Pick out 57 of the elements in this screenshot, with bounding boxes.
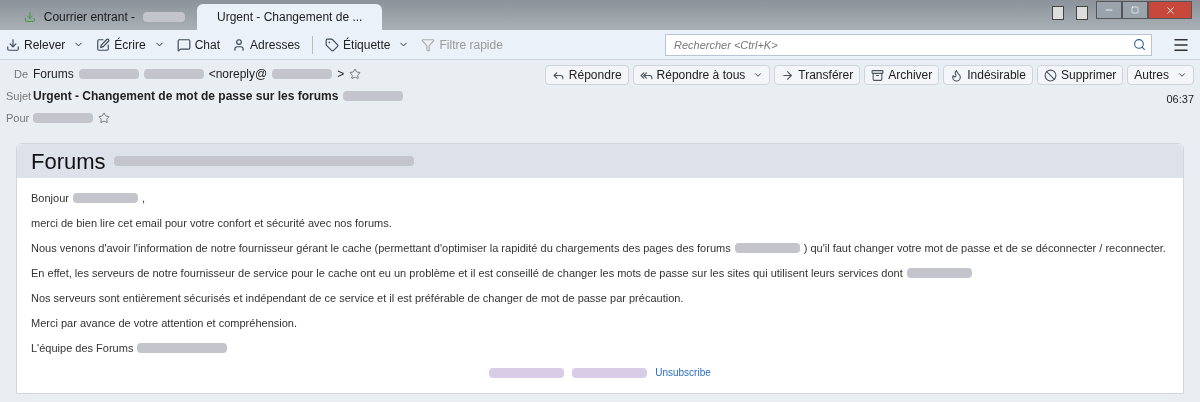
chat-bubble-icon xyxy=(176,37,191,52)
field-label: Pour xyxy=(6,110,28,126)
tab-label: Courrier entrant - xyxy=(43,9,136,26)
action-button[interactable]: Archiver xyxy=(864,65,940,85)
arrow-icon xyxy=(781,68,795,82)
prohibited-icon xyxy=(1043,68,1057,82)
toolbar-button[interactable]: Écrire xyxy=(96,35,165,54)
star-icon[interactable] xyxy=(98,112,110,124)
search-field[interactable]: Rechercher <Ctrl+K> xyxy=(665,33,1152,56)
message-text: Nos serveurs sont entièrement sécurisés et indépendant de ce service et il est préférable de changer de mot de passe par précaution. xyxy=(31,290,684,306)
inbox-icon xyxy=(24,10,36,24)
star-icon[interactable] xyxy=(349,68,362,80)
action-button[interactable]: Indésirable xyxy=(943,65,1033,85)
message-text: Nous venons d'avoir l'information de notre fournisseur gérant le cache (permettant d'optimiser la rapidité du chargements des pages des forums xyxy=(31,240,731,256)
sender-text: Forums xyxy=(33,66,74,83)
field-label: De xyxy=(12,66,28,82)
pencil-icon xyxy=(96,37,111,52)
archive-box-icon xyxy=(871,68,885,82)
download-icon xyxy=(6,37,20,52)
message-text: L'équipe des Forums xyxy=(31,340,134,356)
action-button[interactable]: Supprimer xyxy=(1036,65,1124,85)
message-text: En effet, les serveurs de notre fournisseur de service pour le cache ont eu un problème et il est conseillé de changer les mots de passe sur les sites qui utilisent leurs services dont xyxy=(31,265,903,281)
sender-text: <noreply@ xyxy=(208,66,268,83)
message-text: Bonjour xyxy=(31,190,69,206)
close-icon xyxy=(1164,4,1176,16)
maximize-button[interactable] xyxy=(1122,1,1148,19)
toolbar-button[interactable]: Relever xyxy=(6,35,85,54)
tab[interactable]: Urgent - Changement de ... xyxy=(197,4,382,30)
message-text: ) qu'il faut changer votre mot de passe et de se déconnecter / reconnecter. xyxy=(803,240,1166,256)
tab[interactable]: Courrier entrant - xyxy=(12,4,197,30)
calendar-icon[interactable] xyxy=(1052,6,1064,20)
action-button[interactable]: Répondre xyxy=(544,65,629,85)
person-icon xyxy=(232,37,247,52)
message-text: , xyxy=(141,190,145,206)
message-text: merci de bien lire cet email pour votre confort et sécurité avec nos forums. xyxy=(31,215,392,231)
minimize-button[interactable] xyxy=(1096,1,1122,19)
toolbar-button[interactable]: Chat xyxy=(176,35,221,54)
search-icon xyxy=(1133,37,1146,51)
tag-icon xyxy=(325,37,340,52)
toolbar-button[interactable]: Adresses xyxy=(232,35,301,54)
action-button[interactable]: Transférer xyxy=(774,65,861,85)
caret-icon xyxy=(1177,70,1187,80)
message-time: 06:37 xyxy=(1166,92,1194,107)
tab-label: Urgent - Changement de ... xyxy=(217,9,363,26)
action-button[interactable]: Répondre à tous xyxy=(632,65,771,85)
subject-text: Urgent - Changement de mot de passe sur les forums xyxy=(33,88,339,105)
message-text: Merci par avance de votre attention et compréhension. xyxy=(31,315,297,331)
banner-title: Forums xyxy=(31,147,106,176)
task-icon[interactable] xyxy=(1076,6,1088,20)
caret-icon xyxy=(753,70,764,80)
filter-icon xyxy=(421,37,436,52)
unsubscribe-link[interactable]: Unsubscribe xyxy=(655,365,711,380)
action-button[interactable]: Autres xyxy=(1127,65,1194,85)
toolbar-button[interactable]: Étiquette xyxy=(325,35,410,54)
flame-icon xyxy=(950,68,964,82)
maximize-icon xyxy=(1131,6,1139,14)
sender-text: > xyxy=(337,66,345,83)
